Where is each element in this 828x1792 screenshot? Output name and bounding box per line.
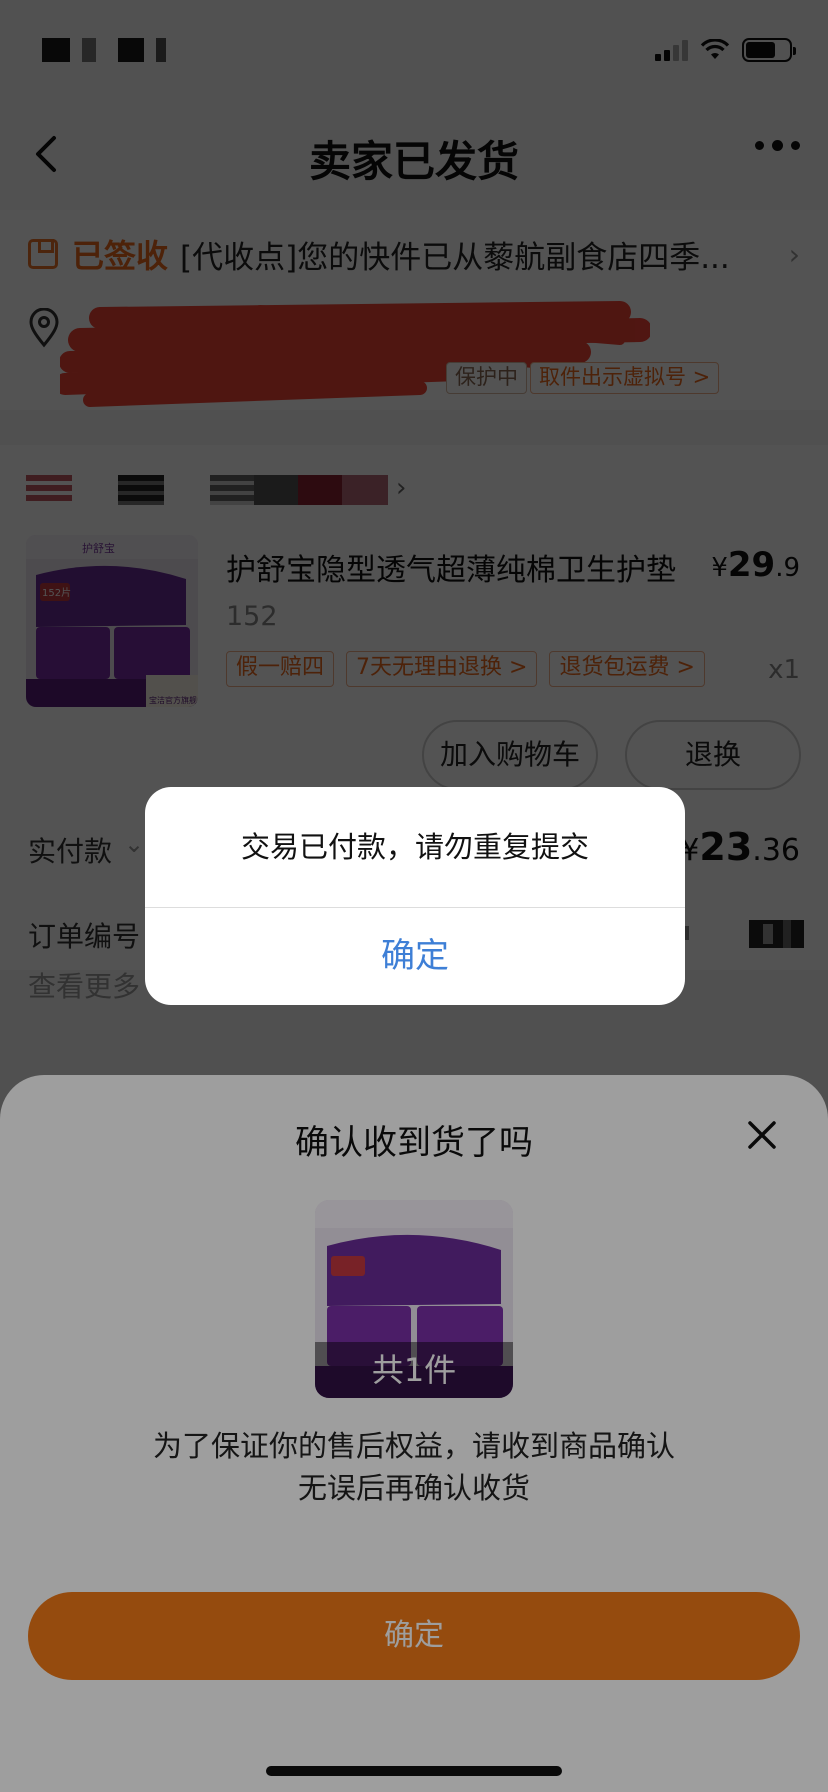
alert-dialog: 交易已付款，请勿重复提交 确定 — [145, 787, 685, 1005]
alert-ok-button[interactable]: 确定 — [145, 908, 685, 1005]
alert-message: 交易已付款，请勿重复提交 — [240, 830, 589, 864]
order-detail-page: 卖家已发货 已签收 [代收点]您的快件已从藜航副食店四季... › 保护中 取件… — [0, 0, 828, 1792]
